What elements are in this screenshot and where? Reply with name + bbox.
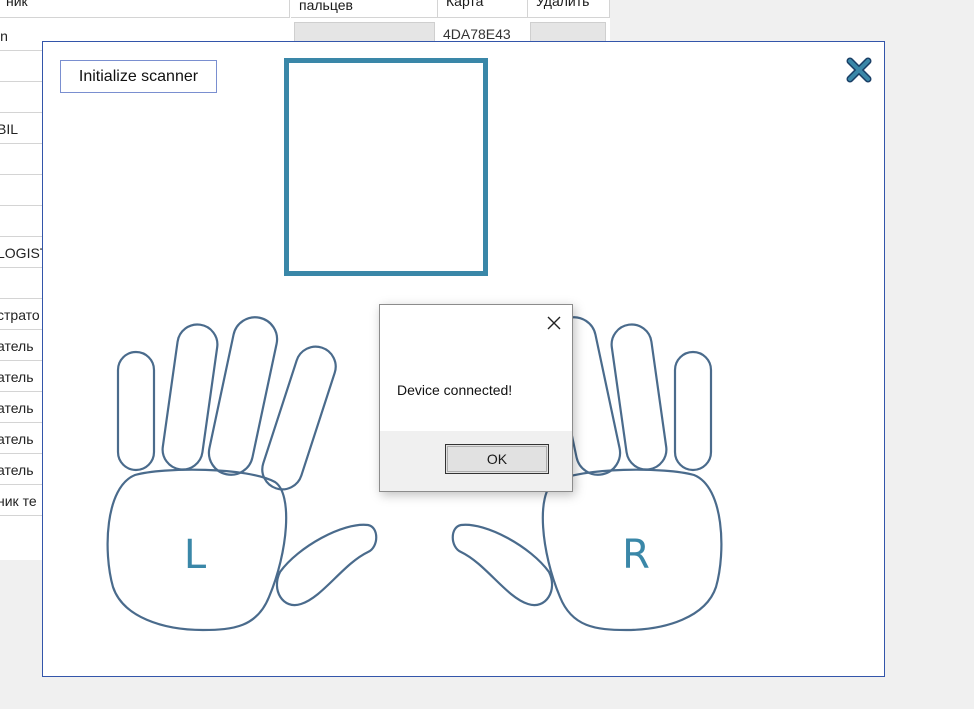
table-row-label: атель — [0, 462, 34, 478]
table-row-label: атель — [0, 400, 34, 416]
fingers-cell[interactable] — [294, 22, 435, 42]
header-delete: Удалить — [528, 0, 610, 18]
right-ring-finger[interactable] — [609, 322, 669, 472]
table-row-label: атель — [0, 369, 34, 385]
dialog-message: Device connected! — [397, 382, 513, 398]
header-fingers: пальцев — [291, 0, 438, 18]
left-ring-finger[interactable] — [160, 322, 220, 472]
left-thumb[interactable] — [275, 523, 378, 607]
left-index-finger[interactable] — [257, 341, 341, 494]
dialog-footer: OK — [380, 431, 572, 491]
table-row-label: in — [0, 28, 8, 44]
message-dialog: Device connected! OK — [379, 304, 573, 492]
left-hand-label: L — [184, 532, 207, 578]
header-card: Карта — [438, 0, 528, 18]
table-row-label: страто — [0, 307, 40, 323]
close-x-icon[interactable] — [846, 57, 872, 83]
card-value: 4DA78E43 — [443, 26, 511, 42]
table-row-label: BIL — [0, 121, 19, 137]
left-little-finger[interactable] — [116, 350, 156, 472]
dialog-close-icon[interactable] — [546, 315, 562, 331]
table-row-label: атель — [0, 431, 34, 447]
header-name: ник — [0, 0, 290, 18]
table-row-label: ник те — [0, 493, 37, 509]
right-hand-label: R — [622, 532, 650, 578]
right-little-finger[interactable] — [673, 350, 713, 472]
ok-button[interactable]: OK — [445, 444, 549, 474]
right-thumb[interactable] — [451, 523, 554, 607]
delete-cell[interactable] — [530, 22, 606, 42]
table-row-label: атель — [0, 338, 34, 354]
